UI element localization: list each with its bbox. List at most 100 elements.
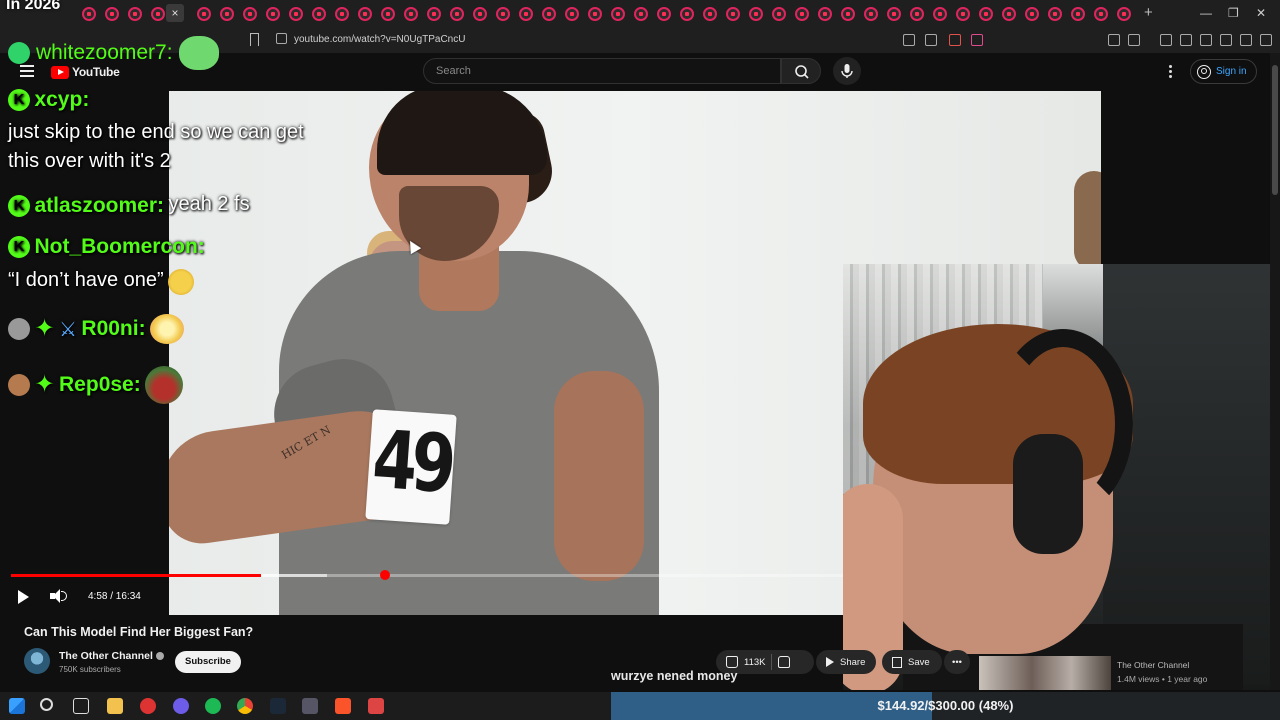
chrome-icon[interactable]	[237, 698, 253, 714]
tab-favicon-icon[interactable]	[427, 7, 441, 21]
play-icon[interactable]	[18, 590, 29, 604]
tab-favicon-icon[interactable]	[703, 7, 717, 21]
wallet-icon[interactable]	[1200, 34, 1212, 46]
voice-search-button[interactable]	[833, 57, 861, 85]
discord-icon[interactable]	[173, 698, 189, 714]
tab-favicon-icon[interactable]	[956, 7, 970, 21]
tab-favicon-icon[interactable]	[450, 7, 464, 21]
brave-rewards-icon[interactable]	[971, 34, 983, 46]
progress-bar[interactable]	[11, 574, 843, 577]
subscribe-button[interactable]: Subscribe	[175, 651, 241, 673]
brave-icon[interactable]	[335, 698, 351, 714]
tab-favicon-icon[interactable]	[1025, 7, 1039, 21]
channel-avatar[interactable]	[24, 648, 50, 674]
recommended-channel[interactable]: The Other Channel	[1117, 660, 1189, 670]
tab-favicon-icon[interactable]	[542, 7, 556, 21]
scrollbar-thumb[interactable]	[1272, 65, 1278, 195]
tab-favicon-icon[interactable]	[864, 7, 878, 21]
task-view-icon[interactable]	[73, 698, 89, 714]
obs-icon[interactable]	[140, 698, 156, 714]
search-taskbar-icon[interactable]	[40, 698, 53, 711]
progress-scrubber[interactable]	[380, 570, 390, 580]
tab-favicon-icon[interactable]	[473, 7, 487, 21]
tab-favicon-icon[interactable]	[657, 7, 671, 21]
tab-favicon-icon[interactable]	[841, 7, 855, 21]
steam-icon[interactable]	[270, 698, 286, 714]
tab-favicon-icon[interactable]	[1048, 7, 1062, 21]
search-button[interactable]	[781, 58, 821, 84]
tab-favicon-icon[interactable]	[197, 7, 211, 21]
tab-favicon-icon[interactable]	[933, 7, 947, 21]
settings-menu-icon[interactable]	[1169, 65, 1173, 80]
brave-shield-icon[interactable]	[949, 34, 961, 46]
tab-favicon-icon[interactable]	[1071, 7, 1085, 21]
tab-favicon-icon[interactable]	[519, 7, 533, 21]
vpn-icon[interactable]	[1240, 34, 1252, 46]
tab-favicon-icon[interactable]	[381, 7, 395, 21]
tab-favicon-icon[interactable]	[82, 7, 96, 21]
extensions-icon[interactable]	[1108, 34, 1120, 46]
tab-favicon-icon[interactable]	[1002, 7, 1016, 21]
tab-favicon-icon[interactable]	[289, 7, 303, 21]
tab-favicon-icon[interactable]	[611, 7, 625, 21]
tab-favicon-icon[interactable]	[128, 7, 142, 21]
screenshot-icon[interactable]	[1128, 34, 1140, 46]
file-explorer-icon[interactable]	[107, 698, 123, 714]
tab-favicon-icon[interactable]	[220, 7, 234, 21]
tab-favicon-icon[interactable]	[772, 7, 786, 21]
like-icon[interactable]	[726, 656, 738, 668]
media-icon[interactable]	[1160, 34, 1172, 46]
new-tab-button[interactable]: +	[1144, 4, 1153, 21]
site-info-icon[interactable]	[276, 33, 287, 44]
close-window-button[interactable]: ✕	[1256, 6, 1266, 20]
tab-favicon-icon[interactable]	[404, 7, 418, 21]
more-actions-button[interactable]: •••	[944, 650, 970, 674]
tab-favicon-icon[interactable]	[887, 7, 901, 21]
tab-favicon-icon[interactable]	[1117, 7, 1131, 21]
tab-favicon-icon[interactable]	[979, 7, 993, 21]
tab-favicon-icon[interactable]	[105, 7, 119, 21]
tab-favicon-icon[interactable]	[312, 7, 326, 21]
restore-button[interactable]: ❐	[1228, 6, 1239, 20]
channel-name[interactable]: The Other Channel	[59, 650, 164, 662]
like-count[interactable]: 113K	[744, 657, 765, 668]
tab-favicon-icon[interactable]	[243, 7, 257, 21]
start-icon[interactable]	[9, 698, 25, 714]
url-field[interactable]: youtube.com/watch?v=N0UgTPaCncU	[294, 34, 465, 45]
tab-favicon-icon[interactable]	[358, 7, 372, 21]
tab-close-button[interactable]: ×	[166, 4, 184, 22]
tab-favicon-icon[interactable]	[634, 7, 648, 21]
tab-favicon-icon[interactable]	[795, 7, 809, 21]
app-icon-2[interactable]	[368, 698, 384, 714]
minimize-button[interactable]: —	[1200, 6, 1212, 20]
sign-in-button[interactable]: Sign in	[1190, 59, 1257, 84]
tab-favicon-icon[interactable]	[496, 7, 510, 21]
sidebar-icon[interactable]	[1180, 34, 1192, 46]
tab-favicon-icon[interactable]	[680, 7, 694, 21]
app-icon[interactable]	[302, 698, 318, 714]
cast-icon[interactable]	[903, 34, 915, 46]
search-input[interactable]	[424, 59, 780, 83]
tab-favicon-icon[interactable]	[818, 7, 832, 21]
tab-favicon-icon[interactable]	[588, 7, 602, 21]
save-button[interactable]: Save	[882, 650, 942, 674]
spotify-icon[interactable]	[205, 698, 221, 714]
share-page-icon[interactable]	[925, 34, 937, 46]
volume-icon[interactable]	[50, 589, 68, 603]
tab-favicon-icon[interactable]	[565, 7, 579, 21]
tab-favicon-icon[interactable]	[151, 7, 165, 21]
tab-favicon-icon[interactable]	[1094, 7, 1108, 21]
dislike-icon[interactable]	[778, 656, 791, 668]
recommended-thumbnail[interactable]	[979, 656, 1111, 690]
tab-favicon-icon[interactable]	[749, 7, 763, 21]
tab-favicon-icon[interactable]	[335, 7, 349, 21]
page-scrollbar[interactable]	[1270, 53, 1280, 690]
emote-icon	[145, 366, 184, 404]
tab-favicon-icon[interactable]	[266, 7, 280, 21]
emote-icon	[150, 314, 185, 344]
browser-menu-icon[interactable]	[1260, 34, 1272, 46]
leo-ai-icon[interactable]	[1220, 34, 1232, 46]
tab-favicon-icon[interactable]	[910, 7, 924, 21]
tab-favicon-icon[interactable]	[726, 7, 740, 21]
bookmark-icon[interactable]	[250, 33, 259, 46]
